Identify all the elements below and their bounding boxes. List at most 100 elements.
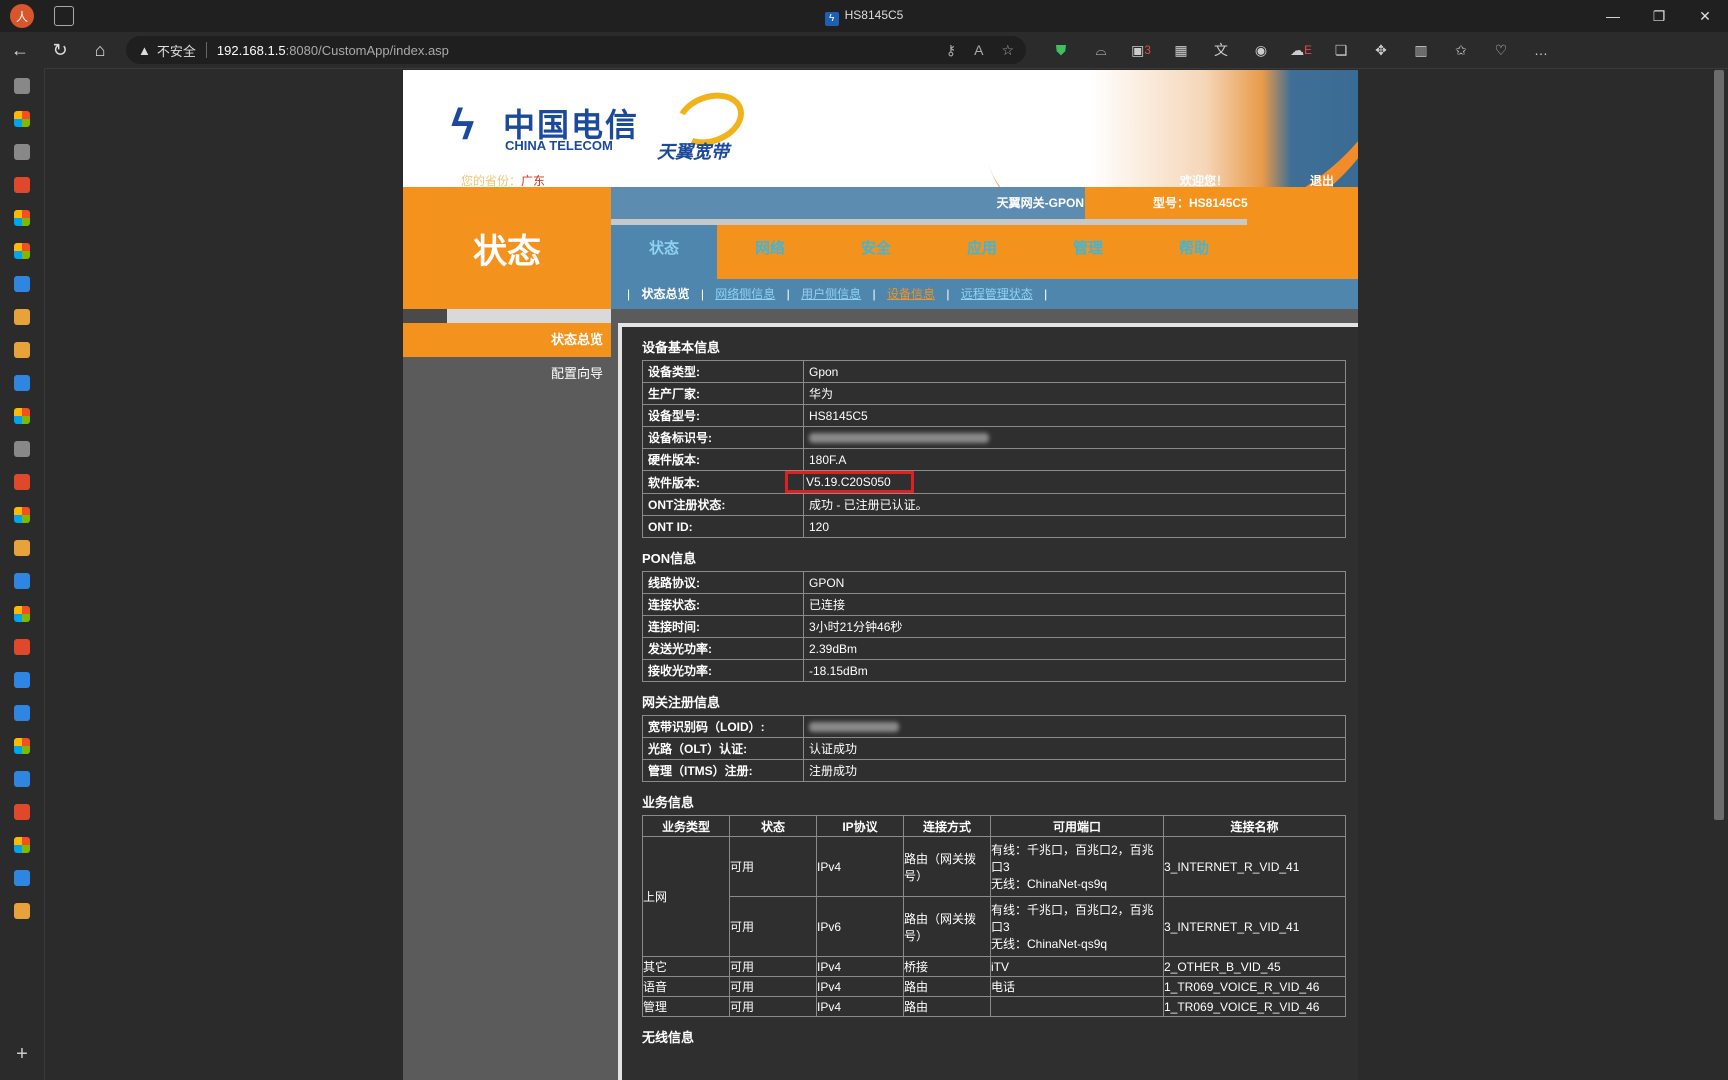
security-label[interactable]: 不安全 xyxy=(157,41,196,60)
redacted-value xyxy=(809,722,899,733)
minimize-icon[interactable]: — xyxy=(1590,0,1636,32)
pon-info-table: 线路协议: GPON 连接状态: 已连接 连接时间: 3小时21分钟46秒 发送光功率… xyxy=(642,571,1346,682)
submenu-device-info[interactable]: 设备信息 xyxy=(887,287,935,301)
baidu-tab-icon[interactable] xyxy=(14,573,30,589)
service-name: 1_TR069_VOICE_R_VID_46 xyxy=(1163,976,1346,997)
row-value: 认证成功 xyxy=(803,737,1346,760)
submenu-status-overview[interactable]: 状态总览 xyxy=(641,287,689,301)
left-menu-status-overview[interactable]: 状态总览 xyxy=(403,323,611,357)
windows-tab-icon[interactable] xyxy=(14,111,30,127)
service-name: 3_INTERNET_R_VID_41 xyxy=(1163,836,1346,897)
row-key: 连接时间: xyxy=(642,615,804,638)
table-row: 设备标识号: xyxy=(642,426,1346,449)
windows-tab-icon[interactable] xyxy=(14,243,30,259)
c-tab-icon[interactable] xyxy=(14,639,30,655)
submenu-network-info[interactable]: 网络侧信息 xyxy=(715,287,775,301)
cloud-extension-icon[interactable]: ☁ E xyxy=(1284,36,1318,64)
service-type: 管理 xyxy=(642,996,730,1017)
baidu-tab-icon[interactable] xyxy=(14,705,30,721)
more-menu-icon[interactable]: … xyxy=(1524,36,1558,64)
table-row: 管理（ITMS）注册: 注册成功 xyxy=(642,759,1346,782)
service-info-title: 业务信息 xyxy=(642,795,695,810)
banner: ϟ 中国电信 CHINA TELECOM 天翼宽带 您的省份：广东 欢迎您！ 退… xyxy=(403,70,1358,187)
glasses-extension-icon[interactable]: ⌓ xyxy=(1084,36,1118,64)
tab-help[interactable]: 帮助 xyxy=(1141,219,1247,279)
image-tab-icon[interactable] xyxy=(14,309,30,325)
extensions-puzzle-icon[interactable]: ✥ xyxy=(1364,36,1398,64)
row-key: ONT注册状态: xyxy=(642,493,804,516)
menu-bar xyxy=(929,219,1035,225)
windows-tab-icon[interactable] xyxy=(14,606,30,622)
page-scrollbar[interactable] xyxy=(1714,70,1724,820)
tv-tab-icon[interactable] xyxy=(14,276,30,292)
telecom-tab-icon[interactable] xyxy=(14,771,30,787)
key-icon[interactable]: ⚷ xyxy=(946,42,956,59)
favorites-icon[interactable]: ✩ xyxy=(1444,36,1478,64)
submenu-user-info[interactable]: 用户侧信息 xyxy=(801,287,861,301)
health-icon[interactable]: ♡ xyxy=(1484,36,1518,64)
back-icon[interactable]: ← xyxy=(0,32,40,68)
service-table: 业务类型 状态 IP协议 连接方式 可用端口 连接名称 上网 可用 IPv4 路… xyxy=(642,815,1346,1017)
image-tab-icon[interactable] xyxy=(14,342,30,358)
refresh-icon[interactable]: ↻ xyxy=(40,32,80,68)
logout-link[interactable]: 退出 xyxy=(1310,172,1334,187)
service-status: 可用 xyxy=(729,976,817,997)
windows-tab-icon[interactable] xyxy=(14,210,30,226)
service-status: 可用 xyxy=(729,896,817,957)
zhihu-tab-icon[interactable] xyxy=(14,375,30,391)
windows-tab-icon[interactable] xyxy=(14,507,30,523)
image-tab-icon[interactable] xyxy=(14,540,30,556)
title-bar: 人 ϟ HS8145C5 — ❐ ✕ xyxy=(0,0,1728,32)
c-tab-icon[interactable] xyxy=(14,474,30,490)
extension-badge: 3 xyxy=(1144,43,1151,57)
settings-tab-icon[interactable] xyxy=(14,144,30,160)
split-screen-icon[interactable]: ▥ xyxy=(1404,36,1438,64)
message-extension-icon[interactable]: ▣ 3 xyxy=(1124,36,1158,64)
translate-extension-icon[interactable]: ⽂ xyxy=(1204,36,1238,64)
row-key: 宽带识别码（LOID）: xyxy=(642,715,804,738)
warning-icon: ▲ xyxy=(138,42,151,58)
submenu-remote-status[interactable]: 远程管理状态 xyxy=(961,287,1033,301)
tab-network[interactable]: 网络 xyxy=(717,219,823,279)
close-icon[interactable]: ✕ xyxy=(1682,0,1728,32)
tab-list-icon[interactable] xyxy=(14,78,30,94)
tab-status-label: 状态 xyxy=(648,240,679,257)
windows-tab-icon[interactable] xyxy=(14,408,30,424)
tab-application-label: 应用 xyxy=(966,240,997,257)
main-menu: 状态 网络 安全 应用 管理 帮助 xyxy=(611,219,1358,279)
service-status: 可用 xyxy=(729,996,817,1017)
settings-tab-icon[interactable] xyxy=(14,441,30,457)
baidu-tab-icon[interactable] xyxy=(14,672,30,688)
model-label: 型号：HS8145C5 xyxy=(1085,187,1358,219)
c-tab-icon[interactable] xyxy=(14,177,30,193)
baidu-tab-icon[interactable] xyxy=(14,870,30,886)
windows-tab-icon[interactable] xyxy=(14,837,30,853)
row-value xyxy=(803,426,1346,449)
row-value: 注册成功 xyxy=(803,759,1346,782)
row-key: 设备类型: xyxy=(642,360,804,383)
tab-status[interactable]: 状态 xyxy=(611,219,717,279)
collections-icon[interactable]: ❏ xyxy=(1324,36,1358,64)
row-key: 管理（ITMS）注册: xyxy=(642,759,804,782)
favorite-star-icon[interactable]: ☆ xyxy=(1001,42,1014,59)
read-aloud-icon[interactable]: A xyxy=(974,42,983,59)
table-row: 可用 IPv6 路由（网关拨号） 有线：千兆口，百兆口2，百兆口3 无线：Chin… xyxy=(643,896,1346,957)
qr-code-icon[interactable]: ▦ xyxy=(1164,36,1198,64)
url-field[interactable]: ▲ 不安全 192.168.1.5:8080/CustomApp/index.a… xyxy=(126,36,1026,64)
submenu-separator: | xyxy=(786,287,790,301)
left-menu-config-wizard[interactable]: 配置向导 xyxy=(403,357,611,391)
image-tab-icon[interactable] xyxy=(14,903,30,919)
home-icon[interactable]: ⌂ xyxy=(80,32,120,68)
new-tab-icon[interactable]: + xyxy=(0,1043,44,1066)
tab-application[interactable]: 应用 xyxy=(929,219,1035,279)
shield-extension-icon[interactable]: ⛊ xyxy=(1044,36,1078,64)
avatar-extension-icon[interactable]: ◉ xyxy=(1244,36,1278,64)
windows-tab-icon[interactable] xyxy=(14,738,30,754)
tab-management[interactable]: 管理 xyxy=(1035,219,1141,279)
restore-icon[interactable]: ❐ xyxy=(1636,0,1682,32)
device-info-title: 设备基本信息 xyxy=(642,340,721,355)
wireless-info-title: 无线信息 xyxy=(642,1030,695,1045)
tab-security[interactable]: 安全 xyxy=(823,219,929,279)
row-value: HS8145C5 xyxy=(803,404,1346,427)
c-tab-icon[interactable] xyxy=(14,804,30,820)
